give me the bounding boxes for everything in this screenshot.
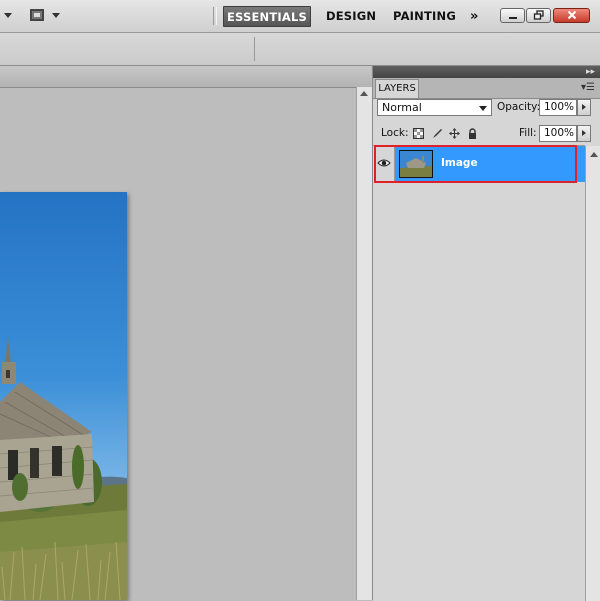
- lock-position-icon[interactable]: [449, 128, 460, 139]
- dropdown-triangle-icon[interactable]: [4, 13, 12, 18]
- close-icon: [567, 10, 576, 20]
- lock-image-pixels-icon[interactable]: [432, 128, 443, 139]
- photo-content: [0, 337, 127, 600]
- layer-name[interactable]: Image: [441, 157, 478, 169]
- lock-transparent-pixels-icon[interactable]: [413, 128, 424, 139]
- tab-layers[interactable]: LAYERS: [375, 79, 419, 98]
- workspace-design-button[interactable]: DESIGN: [326, 6, 376, 27]
- more-workspaces-button[interactable]: »: [470, 6, 479, 27]
- panel-dock-header[interactable]: ▸▸: [373, 66, 600, 78]
- screen-mode-dropdown-icon[interactable]: [52, 13, 60, 18]
- canvas-vertical-scrollbar[interactable]: [356, 87, 372, 600]
- layer-selected-background[interactable]: Image: [395, 146, 585, 182]
- layer-visibility-toggle[interactable]: [373, 146, 395, 182]
- eye-icon: [377, 159, 391, 167]
- layers-list: Image: [373, 145, 600, 601]
- restore-button[interactable]: [526, 8, 551, 23]
- opacity-label: Opacity:: [497, 101, 541, 113]
- layer-row[interactable]: Image: [373, 146, 585, 182]
- layer-thumbnail: [399, 150, 433, 178]
- fill-input[interactable]: 100%: [539, 125, 577, 142]
- restore-icon: [533, 10, 544, 20]
- panel-menu-icon[interactable]: ▾☰: [581, 82, 595, 93]
- screen-mode-icon[interactable]: [30, 9, 44, 21]
- blend-mode-select[interactable]: Normal: [377, 99, 492, 116]
- lock-label: Lock:: [381, 127, 409, 139]
- options-separator: [254, 37, 255, 61]
- close-button[interactable]: [553, 8, 590, 23]
- chevron-down-icon: [479, 106, 487, 111]
- toolbar-grip: [213, 7, 217, 25]
- layers-list-scrollbar[interactable]: [585, 146, 600, 601]
- blend-mode-value: Normal: [382, 101, 422, 114]
- workspace-essentials-button[interactable]: ESSENTIALS: [223, 6, 311, 27]
- opacity-slider-button[interactable]: [577, 99, 591, 116]
- layers-panel: ▸▸ LAYERS ▾☰ Normal Opacity: 100% Lock: …: [372, 66, 600, 601]
- collapse-panels-icon[interactable]: ▸▸: [586, 66, 595, 78]
- scroll-up-arrow-icon[interactable]: [360, 91, 368, 96]
- document-tab-bar: [0, 66, 371, 88]
- fill-slider-button[interactable]: [577, 125, 591, 142]
- application-bar: ESSENTIALS DESIGN PAINTING »: [0, 0, 600, 33]
- lock-all-icon[interactable]: [467, 128, 478, 139]
- opacity-input[interactable]: 100%: [539, 99, 577, 116]
- minimize-button[interactable]: [500, 8, 525, 23]
- workspace-painting-button[interactable]: PAINTING: [393, 6, 456, 27]
- fill-label: Fill:: [519, 127, 537, 139]
- scroll-up-arrow-icon[interactable]: [590, 152, 598, 157]
- panel-tab-row: LAYERS ▾☰: [373, 78, 600, 99]
- document-image[interactable]: [0, 192, 127, 600]
- options-bar: [0, 33, 600, 66]
